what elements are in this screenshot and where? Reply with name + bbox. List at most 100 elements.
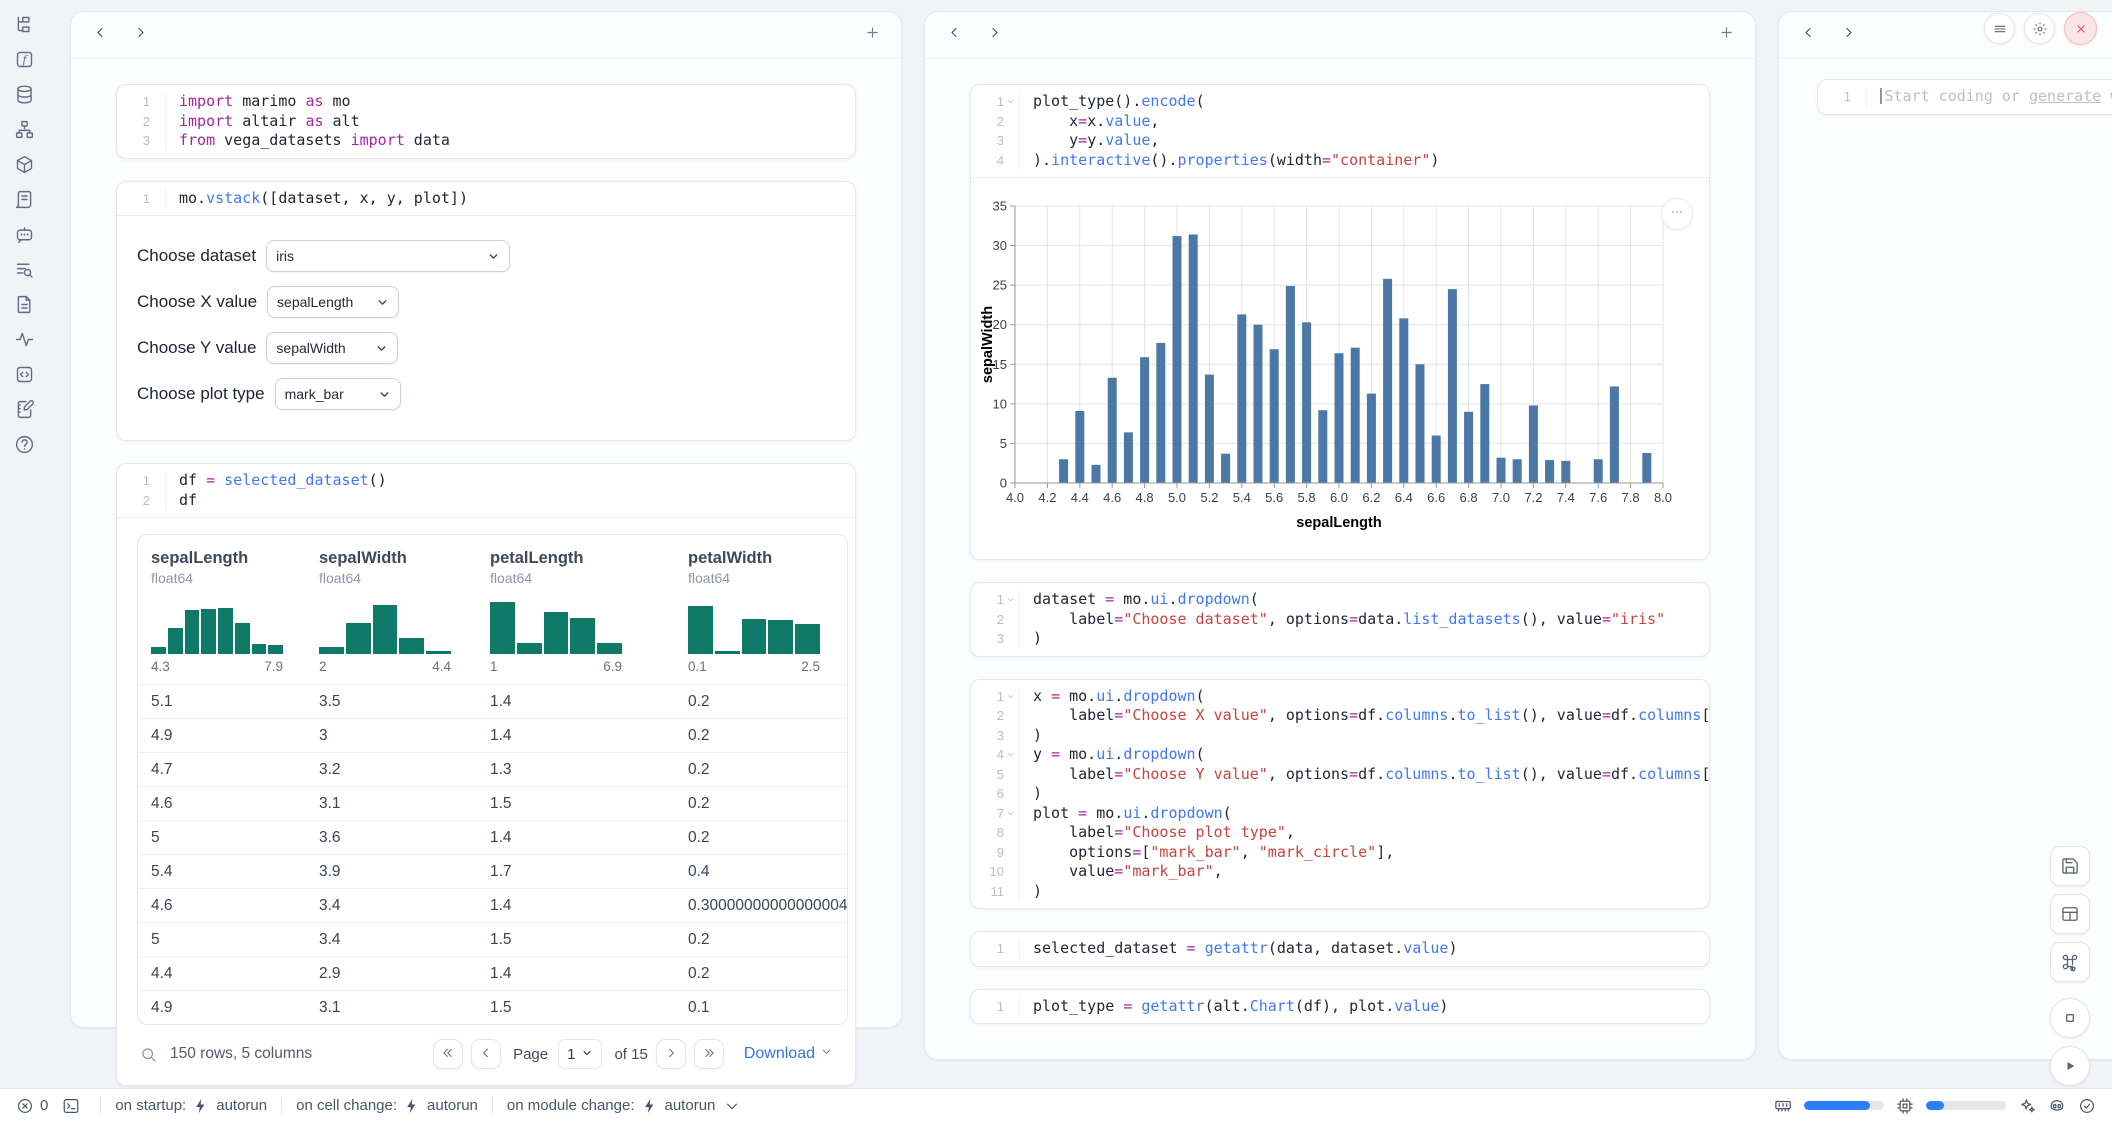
- code-line[interactable]: 2import altair as alt: [117, 112, 855, 132]
- fold-icon[interactable]: [1004, 804, 1017, 824]
- panel-layout-button[interactable]: [2050, 894, 2090, 934]
- column-header-petalWidth[interactable]: petalWidthfloat640.12.5: [675, 549, 848, 674]
- scratchpad-cell[interactable]: 1 Start coding or generate with: [1817, 79, 2112, 115]
- code-line[interactable]: 1df = selected_dataset(): [117, 471, 855, 491]
- close-panel-button[interactable]: [2064, 12, 2097, 45]
- sidebar-package-button[interactable]: [11, 156, 37, 178]
- code-line[interactable]: 2 label="Choose X value", options=df.col…: [971, 706, 1709, 726]
- code-cell-dataset-dropdown[interactable]: 1dataset = mo.ui.dropdown(2 label="Choos…: [970, 582, 1710, 657]
- code-line[interactable]: 3): [971, 726, 1709, 746]
- code-cell-dataframe[interactable]: 1df = selected_dataset()2df sepalLengthf…: [116, 463, 856, 1086]
- sidebar-activity-button[interactable]: [11, 331, 37, 353]
- sidebar-list-search-button[interactable]: [11, 261, 37, 283]
- code-line[interactable]: 2df: [117, 491, 855, 511]
- code-line[interactable]: 1dataset = mo.ui.dropdown(: [971, 590, 1709, 610]
- next-page-button[interactable]: [656, 1039, 686, 1069]
- code-line[interactable]: 3): [971, 629, 1709, 649]
- code-line[interactable]: 4).interactive().properties(width="conta…: [971, 151, 1709, 171]
- fold-icon[interactable]: [1004, 745, 1017, 765]
- column-header-sepalWidth[interactable]: sepalWidthfloat6424.4: [306, 549, 477, 674]
- table-row[interactable]: 4.42.91.40.2setosa: [138, 957, 847, 991]
- add-cell-button[interactable]: [859, 22, 885, 48]
- column-forward-button[interactable]: [127, 22, 153, 48]
- first-page-button[interactable]: [433, 1039, 463, 1069]
- code-line[interactable]: 3 y=y.value,: [971, 131, 1709, 151]
- code-line[interactable]: 1x = mo.ui.dropdown(: [971, 687, 1709, 707]
- table-row[interactable]: 4.63.11.50.2setosa: [138, 787, 847, 821]
- table-row[interactable]: 4.73.21.30.2setosa: [138, 753, 847, 787]
- fold-icon[interactable]: [1004, 92, 1017, 112]
- fold-icon[interactable]: [1004, 687, 1017, 707]
- y-value-select[interactable]: sepalWidth: [266, 332, 398, 364]
- column-back-button[interactable]: [87, 22, 113, 48]
- copilot-button[interactable]: [2048, 1097, 2066, 1115]
- chart-menu-button[interactable]: [1661, 198, 1693, 230]
- code-line[interactable]: 6): [971, 784, 1709, 804]
- plot-type-select[interactable]: mark_bar: [275, 378, 401, 410]
- code-line[interactable]: 1mo.vstack([dataset, x, y, plot]): [117, 189, 855, 209]
- code-line[interactable]: 1selected_dataset = getattr(data, datase…: [971, 939, 1709, 959]
- sidebar-file-tree-button[interactable]: [11, 16, 37, 38]
- fold-icon[interactable]: [1004, 590, 1017, 610]
- page-select[interactable]: 1: [558, 1039, 602, 1069]
- column-back-button[interactable]: [1795, 22, 1821, 48]
- bar-chart-svg[interactable]: 4.04.24.44.64.85.05.25.45.65.86.06.26.46…: [981, 188, 1687, 540]
- sidebar-function-square-button[interactable]: f: [11, 51, 37, 73]
- on-cell-change-setting[interactable]: on cell change:autorun: [296, 1097, 478, 1115]
- sidebar-document-button[interactable]: [11, 296, 37, 318]
- panel-menu-button[interactable]: [1984, 13, 2015, 44]
- prev-page-button[interactable]: [471, 1039, 501, 1069]
- column-header-petalLength[interactable]: petalLengthfloat6416.9: [477, 549, 675, 674]
- code-line[interactable]: 1import marimo as mo: [117, 92, 855, 112]
- sidebar-database-button[interactable]: [11, 86, 37, 108]
- code-line[interactable]: 2 x=x.value,: [971, 112, 1709, 132]
- table-row[interactable]: 4.931.40.2setosa: [138, 719, 847, 753]
- keyboard-shortcuts-button[interactable]: [2050, 942, 2090, 982]
- sidebar-bot-chat-button[interactable]: [11, 226, 37, 248]
- settings-button[interactable]: [2024, 13, 2055, 44]
- table-row[interactable]: 4.93.11.50.1setosa: [138, 991, 847, 1024]
- sidebar-notebook-pen-button[interactable]: [11, 401, 37, 423]
- code-cell-vstack[interactable]: 1mo.vstack([dataset, x, y, plot]) Choose…: [116, 181, 856, 442]
- stop-button[interactable]: [2050, 998, 2090, 1038]
- code-line[interactable]: 1plot_type = getattr(alt.Chart(df), plot…: [971, 997, 1709, 1017]
- column-back-button[interactable]: [941, 22, 967, 48]
- table-row[interactable]: 4.63.41.40.30000000000000004setosa: [138, 889, 847, 923]
- sidebar-scroll-button[interactable]: [11, 191, 37, 213]
- code-line[interactable]: 10 value="mark_bar",: [971, 862, 1709, 882]
- generate-ai-link[interactable]: generate: [2029, 87, 2101, 105]
- code-line[interactable]: 11): [971, 882, 1709, 902]
- column-forward-button[interactable]: [1835, 22, 1861, 48]
- column-header-sepalLength[interactable]: sepalLengthfloat644.37.9: [138, 549, 306, 674]
- ai-assistant-button[interactable]: [2018, 1097, 2036, 1115]
- error-count-indicator[interactable]: 0: [16, 1097, 48, 1115]
- table-row[interactable]: 53.61.40.2setosa: [138, 821, 847, 855]
- code-line[interactable]: 9 options=["mark_bar", "mark_circle"],: [971, 843, 1709, 863]
- code-editor-placeholder[interactable]: Start coding or generate with: [1867, 87, 2112, 107]
- code-cell-xyplot-dropdowns[interactable]: 1x = mo.ui.dropdown(2 label="Choose X va…: [970, 679, 1710, 910]
- save-button[interactable]: [2050, 846, 2090, 886]
- table-row[interactable]: 5.13.51.40.2setosa: [138, 685, 847, 719]
- last-page-button[interactable]: [694, 1039, 724, 1069]
- on-startup-setting[interactable]: on startup:autorun: [115, 1097, 267, 1115]
- code-line[interactable]: 1plot_type().encode(: [971, 92, 1709, 112]
- search-icon[interactable]: [139, 1045, 158, 1064]
- dataset-select[interactable]: iris: [266, 240, 510, 272]
- code-line[interactable]: 7plot = mo.ui.dropdown(: [971, 804, 1709, 824]
- table-row[interactable]: 53.41.50.2setosa: [138, 923, 847, 957]
- code-cell-selected-dataset[interactable]: 1selected_dataset = getattr(data, datase…: [970, 931, 1710, 967]
- code-line[interactable]: 8 label="Choose plot type",: [971, 823, 1709, 843]
- code-cell-imports[interactable]: 1import marimo as mo2import altair as al…: [116, 84, 856, 159]
- sidebar-help-circle-button[interactable]: [11, 436, 37, 458]
- column-forward-button[interactable]: [981, 22, 1007, 48]
- code-cell-plot[interactable]: 1plot_type().encode(2 x=x.value,3 y=y.va…: [970, 84, 1710, 560]
- add-cell-button[interactable]: [1713, 22, 1739, 48]
- code-line[interactable]: 2 label="Choose dataset", options=data.l…: [971, 610, 1709, 630]
- code-cell-plot-type[interactable]: 1plot_type = getattr(alt.Chart(df), plot…: [970, 989, 1710, 1025]
- on-module-change-setting[interactable]: on module change:autorun: [507, 1097, 741, 1115]
- code-line[interactable]: 1 Start coding or generate with: [1818, 87, 2112, 107]
- code-line[interactable]: 5 label="Choose Y value", options=df.col…: [971, 765, 1709, 785]
- connection-status-button[interactable]: [2078, 1097, 2096, 1115]
- code-line[interactable]: 3from vega_datasets import data: [117, 131, 855, 151]
- sidebar-code-box-button[interactable]: [11, 366, 37, 388]
